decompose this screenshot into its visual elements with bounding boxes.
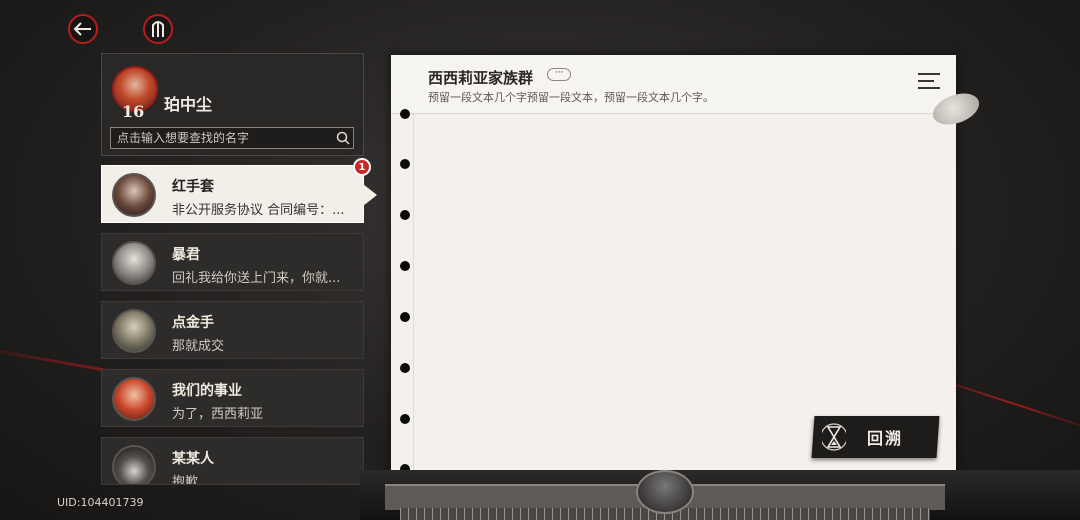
binder-hole bbox=[400, 159, 410, 169]
binder-hole bbox=[400, 414, 410, 424]
group-more-button[interactable]: ··· bbox=[547, 68, 571, 81]
active-pointer bbox=[363, 184, 377, 206]
profile-name: 珀中尘 bbox=[164, 95, 213, 114]
contact-last-message: 抱歉 bbox=[172, 475, 199, 485]
binder-hole bbox=[400, 109, 410, 119]
binder-hole bbox=[400, 363, 410, 373]
back-button[interactable] bbox=[68, 14, 98, 44]
contact-last-message: 那就成交 bbox=[172, 339, 225, 354]
emblem-button[interactable] bbox=[143, 14, 173, 44]
contact-name: 暴君 bbox=[172, 247, 200, 263]
binder-hole bbox=[400, 261, 410, 271]
binder-hole bbox=[400, 312, 410, 322]
contact-item-midas[interactable]: 点金手 那就成交 bbox=[101, 301, 364, 359]
typewriter-knob bbox=[636, 470, 694, 514]
search-box bbox=[110, 127, 354, 149]
search-input[interactable] bbox=[111, 130, 333, 146]
contact-last-message: 非公开服务协议 合同编号：... bbox=[172, 203, 345, 218]
contact-last-message: 回礼我给你送上门来，你就... bbox=[172, 271, 341, 286]
profile-level: 16 bbox=[122, 102, 145, 121]
menu-icon[interactable] bbox=[918, 73, 940, 93]
unread-badge: 1 bbox=[353, 158, 371, 176]
contact-name: 我们的事业 bbox=[172, 383, 242, 399]
contact-avatar bbox=[112, 241, 156, 285]
user-id: UID:104401739 bbox=[57, 496, 144, 509]
contact-avatar bbox=[112, 309, 156, 353]
binder-hole bbox=[400, 210, 410, 220]
profile-card: 16 珀中尘 bbox=[101, 53, 364, 156]
contact-item-red-glove[interactable]: 红手套 非公开服务协议 合同编号：... 1 bbox=[101, 158, 377, 223]
replay-label: 回溯 bbox=[867, 429, 904, 448]
contact-item-our-cause[interactable]: 我们的事业 为了，西西莉亚 bbox=[101, 369, 364, 427]
chat-header: 西西莉亚家族群 ··· 预留一段文本几个字预留一段文本，预留一段文本几个字。 bbox=[391, 55, 956, 114]
contact-avatar bbox=[112, 445, 156, 484]
paper-margin-line bbox=[413, 113, 414, 485]
group-name: 西西莉亚家族群 bbox=[428, 69, 534, 87]
contact-name: 红手套 bbox=[172, 179, 214, 195]
contact-item-someone[interactable]: 某某人 抱歉 bbox=[101, 437, 364, 485]
hourglass-icon bbox=[813, 416, 855, 458]
contact-avatar bbox=[112, 173, 156, 217]
contact-item-tyrant[interactable]: 暴君 回礼我给你送上门来，你就... bbox=[101, 233, 364, 291]
contact-last-message: 为了，西西莉亚 bbox=[172, 407, 264, 422]
group-description: 预留一段文本几个字预留一段文本，预留一段文本几个字。 bbox=[428, 91, 714, 104]
contact-name: 某某人 bbox=[172, 451, 214, 467]
search-icon[interactable] bbox=[333, 128, 353, 148]
contact-name: 点金手 bbox=[172, 315, 214, 331]
emblem-icon bbox=[152, 21, 164, 37]
back-arrow-icon bbox=[73, 22, 91, 36]
replay-button[interactable]: 回溯 bbox=[811, 416, 940, 458]
contact-avatar bbox=[112, 377, 156, 421]
